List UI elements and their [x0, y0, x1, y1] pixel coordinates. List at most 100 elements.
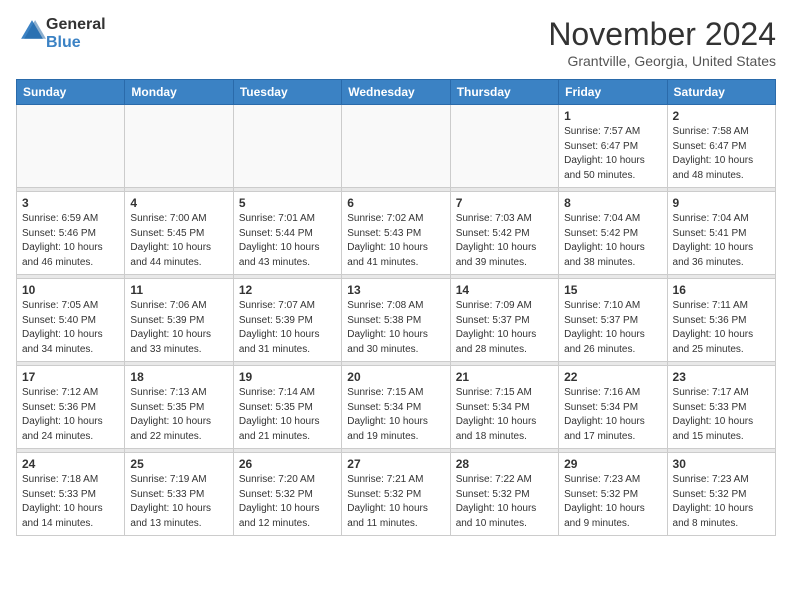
- day-info: Sunrise: 7:12 AM Sunset: 5:36 PM Dayligh…: [22, 386, 119, 444]
- calendar-cell-2-0: 10 Sunrise: 7:05 AM Sunset: 5:40 PM Dayli…: [17, 279, 125, 362]
- day-info: Sunrise: 7:15 AM Sunset: 5:34 PM Dayligh…: [347, 386, 444, 444]
- day-info: Sunrise: 7:15 AM Sunset: 5:34 PM Dayligh…: [456, 386, 553, 444]
- day-info: Sunrise: 7:11 AM Sunset: 5:36 PM Dayligh…: [673, 299, 770, 357]
- day-number: 18: [130, 370, 227, 384]
- day-number: 30: [673, 457, 770, 471]
- calendar-cell-0-4: [450, 105, 558, 188]
- logo-icon: [18, 17, 46, 45]
- day-number: 7: [456, 196, 553, 210]
- calendar-cell-0-0: [17, 105, 125, 188]
- logo-text-blue: Blue: [46, 34, 106, 52]
- day-number: 22: [564, 370, 661, 384]
- day-info: Sunrise: 6:59 AM Sunset: 5:46 PM Dayligh…: [22, 212, 119, 270]
- calendar-cell-2-4: 14 Sunrise: 7:09 AM Sunset: 5:37 PM Dayli…: [450, 279, 558, 362]
- calendar-cell-3-4: 21 Sunrise: 7:15 AM Sunset: 5:34 PM Dayli…: [450, 366, 558, 449]
- calendar-cell-4-2: 26 Sunrise: 7:20 AM Sunset: 5:32 PM Dayli…: [233, 453, 341, 536]
- week-row-5: 24 Sunrise: 7:18 AM Sunset: 5:33 PM Dayli…: [17, 453, 776, 536]
- calendar-cell-1-4: 7 Sunrise: 7:03 AM Sunset: 5:42 PM Daylig…: [450, 192, 558, 275]
- day-number: 19: [239, 370, 336, 384]
- weekday-header-saturday: Saturday: [667, 80, 775, 105]
- calendar-cell-3-3: 20Sunrise: 7:15 AM Sunset: 5:34 PM Dayli…: [342, 366, 450, 449]
- calendar-table: SundayMondayTuesdayWednesdayThursdayFrid…: [16, 79, 776, 536]
- title-block: November 2024 Grantville, Georgia, Unite…: [548, 16, 776, 69]
- day-info: Sunrise: 7:01 AM Sunset: 5:44 PM Dayligh…: [239, 212, 336, 270]
- day-info: Sunrise: 7:03 AM Sunset: 5:42 PM Dayligh…: [456, 212, 553, 270]
- day-info: Sunrise: 7:22 AM Sunset: 5:32 PM Dayligh…: [456, 473, 553, 531]
- day-info: Sunrise: 7:58 AM Sunset: 6:47 PM Dayligh…: [673, 125, 770, 183]
- calendar-cell-4-0: 24 Sunrise: 7:18 AM Sunset: 5:33 PM Dayli…: [17, 453, 125, 536]
- day-info: Sunrise: 7:18 AM Sunset: 5:33 PM Dayligh…: [22, 473, 119, 531]
- calendar-cell-0-5: 1 Sunrise: 7:57 AM Sunset: 6:47 PM Daylig…: [559, 105, 667, 188]
- day-info: Sunrise: 7:02 AM Sunset: 5:43 PM Dayligh…: [347, 212, 444, 270]
- calendar-cell-2-6: 16 Sunrise: 7:11 AM Sunset: 5:36 PM Dayli…: [667, 279, 775, 362]
- day-number: 10: [22, 283, 119, 297]
- calendar-cell-0-2: [233, 105, 341, 188]
- calendar-cell-3-2: 19 Sunrise: 7:14 AM Sunset: 5:35 PM Dayli…: [233, 366, 341, 449]
- calendar-cell-3-0: 17 Sunrise: 7:12 AM Sunset: 5:36 PM Dayli…: [17, 366, 125, 449]
- day-info: Sunrise: 7:10 AM Sunset: 5:37 PM Dayligh…: [564, 299, 661, 357]
- day-info: Sunrise: 7:06 AM Sunset: 5:39 PM Dayligh…: [130, 299, 227, 357]
- weekday-header-wednesday: Wednesday: [342, 80, 450, 105]
- day-info: Sunrise: 7:21 AM Sunset: 5:32 PM Dayligh…: [347, 473, 444, 531]
- day-number: 8: [564, 196, 661, 210]
- day-info: Sunrise: 7:08 AM Sunset: 5:38 PM Dayligh…: [347, 299, 444, 357]
- day-info: Sunrise: 7:00 AM Sunset: 5:45 PM Dayligh…: [130, 212, 227, 270]
- day-number: 29: [564, 457, 661, 471]
- calendar-cell-2-5: 15 Sunrise: 7:10 AM Sunset: 5:37 PM Dayli…: [559, 279, 667, 362]
- day-number: 24: [22, 457, 119, 471]
- day-number: 13: [347, 283, 444, 297]
- day-number: 15: [564, 283, 661, 297]
- week-row-1: 1 Sunrise: 7:57 AM Sunset: 6:47 PM Daylig…: [17, 105, 776, 188]
- calendar-cell-2-1: 11Sunrise: 7:06 AM Sunset: 5:39 PM Dayli…: [125, 279, 233, 362]
- day-number: 21: [456, 370, 553, 384]
- calendar-cell-3-6: 23Sunrise: 7:17 AM Sunset: 5:33 PM Dayli…: [667, 366, 775, 449]
- day-info: Sunrise: 7:20 AM Sunset: 5:32 PM Dayligh…: [239, 473, 336, 531]
- calendar-cell-3-1: 18Sunrise: 7:13 AM Sunset: 5:35 PM Dayli…: [125, 366, 233, 449]
- day-info: Sunrise: 7:57 AM Sunset: 6:47 PM Dayligh…: [564, 125, 661, 183]
- day-info: Sunrise: 7:07 AM Sunset: 5:39 PM Dayligh…: [239, 299, 336, 357]
- week-row-3: 10 Sunrise: 7:05 AM Sunset: 5:40 PM Dayli…: [17, 279, 776, 362]
- day-info: Sunrise: 7:04 AM Sunset: 5:41 PM Dayligh…: [673, 212, 770, 270]
- day-number: 9: [673, 196, 770, 210]
- calendar-cell-0-6: 2 Sunrise: 7:58 AM Sunset: 6:47 PM Daylig…: [667, 105, 775, 188]
- day-number: 6: [347, 196, 444, 210]
- day-number: 12: [239, 283, 336, 297]
- day-number: 1: [564, 109, 661, 123]
- weekday-header-friday: Friday: [559, 80, 667, 105]
- calendar-cell-4-1: 25Sunrise: 7:19 AM Sunset: 5:33 PM Dayli…: [125, 453, 233, 536]
- calendar-cell-0-3: [342, 105, 450, 188]
- calendar-cell-3-5: 22 Sunrise: 7:16 AM Sunset: 5:34 PM Dayli…: [559, 366, 667, 449]
- week-row-2: 3Sunrise: 6:59 AM Sunset: 5:46 PM Daylig…: [17, 192, 776, 275]
- day-info: Sunrise: 7:14 AM Sunset: 5:35 PM Dayligh…: [239, 386, 336, 444]
- day-number: 14: [456, 283, 553, 297]
- day-info: Sunrise: 7:16 AM Sunset: 5:34 PM Dayligh…: [564, 386, 661, 444]
- day-info: Sunrise: 7:17 AM Sunset: 5:33 PM Dayligh…: [673, 386, 770, 444]
- calendar-cell-2-2: 12 Sunrise: 7:07 AM Sunset: 5:39 PM Dayli…: [233, 279, 341, 362]
- calendar-cell-1-5: 8Sunrise: 7:04 AM Sunset: 5:42 PM Daylig…: [559, 192, 667, 275]
- calendar-cell-4-3: 27Sunrise: 7:21 AM Sunset: 5:32 PM Dayli…: [342, 453, 450, 536]
- day-number: 2: [673, 109, 770, 123]
- day-info: Sunrise: 7:23 AM Sunset: 5:32 PM Dayligh…: [564, 473, 661, 531]
- day-info: Sunrise: 7:23 AM Sunset: 5:32 PM Dayligh…: [673, 473, 770, 531]
- day-number: 16: [673, 283, 770, 297]
- day-info: Sunrise: 7:05 AM Sunset: 5:40 PM Dayligh…: [22, 299, 119, 357]
- week-row-4: 17 Sunrise: 7:12 AM Sunset: 5:36 PM Dayli…: [17, 366, 776, 449]
- calendar-cell-1-3: 6 Sunrise: 7:02 AM Sunset: 5:43 PM Daylig…: [342, 192, 450, 275]
- day-number: 28: [456, 457, 553, 471]
- day-info: Sunrise: 7:09 AM Sunset: 5:37 PM Dayligh…: [456, 299, 553, 357]
- calendar-cell-0-1: [125, 105, 233, 188]
- logo: General Blue: [16, 16, 106, 51]
- calendar-cell-4-5: 29 Sunrise: 7:23 AM Sunset: 5:32 PM Dayli…: [559, 453, 667, 536]
- day-number: 26: [239, 457, 336, 471]
- weekday-header-thursday: Thursday: [450, 80, 558, 105]
- month-title: November 2024: [548, 16, 776, 53]
- calendar-cell-2-3: 13 Sunrise: 7:08 AM Sunset: 5:38 PM Dayli…: [342, 279, 450, 362]
- calendar-cell-1-0: 3Sunrise: 6:59 AM Sunset: 5:46 PM Daylig…: [17, 192, 125, 275]
- calendar-cell-1-1: 4Sunrise: 7:00 AM Sunset: 5:45 PM Daylig…: [125, 192, 233, 275]
- calendar-cell-4-6: 30 Sunrise: 7:23 AM Sunset: 5:32 PM Dayli…: [667, 453, 775, 536]
- weekday-header-tuesday: Tuesday: [233, 80, 341, 105]
- logo-text-general: General: [46, 16, 106, 34]
- calendar-cell-4-4: 28 Sunrise: 7:22 AM Sunset: 5:32 PM Dayli…: [450, 453, 558, 536]
- weekday-header-monday: Monday: [125, 80, 233, 105]
- day-number: 17: [22, 370, 119, 384]
